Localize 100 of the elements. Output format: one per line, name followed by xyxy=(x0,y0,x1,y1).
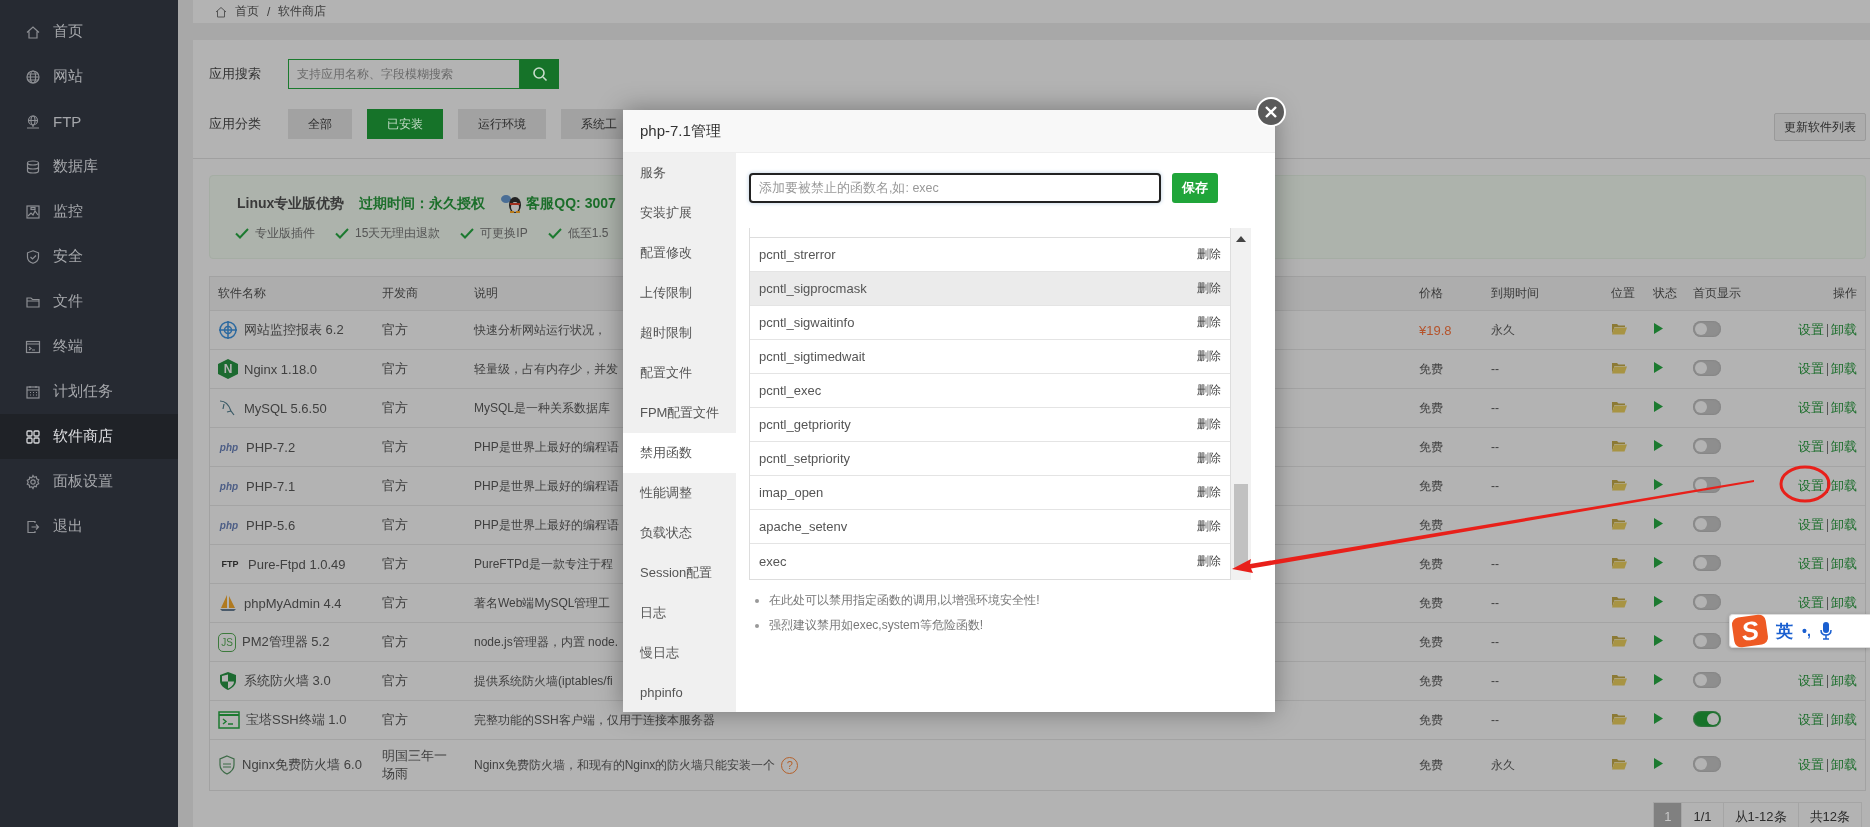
sidebar-item[interactable]: 软件商店 xyxy=(0,414,178,459)
sidebar-item[interactable]: 首页 xyxy=(0,9,178,54)
action-link[interactable]: 设置 xyxy=(1798,360,1824,378)
sidebar-item[interactable]: 监控 xyxy=(0,189,178,234)
play-icon[interactable] xyxy=(1653,634,1664,647)
action-link[interactable]: 设置 xyxy=(1798,477,1824,495)
play-icon[interactable] xyxy=(1653,712,1664,725)
sidebar-item[interactable]: 文件 xyxy=(0,279,178,324)
function-input[interactable]: 添加要被禁止的函数名,如: exec xyxy=(749,173,1161,203)
play-icon[interactable] xyxy=(1653,478,1664,491)
sidebar-item[interactable]: 计划任务 xyxy=(0,369,178,414)
scrollbar-thumb[interactable] xyxy=(1234,484,1249,568)
delete-link[interactable]: 删除 xyxy=(1197,382,1222,399)
breadcrumb-link[interactable]: 首页 xyxy=(235,3,259,20)
folder-icon[interactable] xyxy=(1611,634,1627,647)
play-icon[interactable] xyxy=(1653,556,1664,569)
action-link[interactable]: 卸载 xyxy=(1831,360,1857,378)
category-tab[interactable]: 全部 xyxy=(288,109,352,139)
folder-icon[interactable] xyxy=(1611,673,1627,686)
sidebar-item[interactable]: FTP xyxy=(0,99,178,144)
action-link[interactable]: 设置 xyxy=(1798,711,1824,729)
folder-icon[interactable] xyxy=(1611,712,1627,725)
folder-icon[interactable] xyxy=(1611,439,1627,452)
modal-nav-item[interactable]: phpinfo xyxy=(623,673,736,713)
search-field[interactable]: 支持应用名称、字段模糊搜索 xyxy=(288,59,520,89)
save-button[interactable]: 保存 xyxy=(1172,173,1218,203)
sidebar-item[interactable]: 面板设置 xyxy=(0,459,178,504)
action-link[interactable]: 卸载 xyxy=(1831,711,1857,729)
folder-icon[interactable] xyxy=(1611,556,1627,569)
delete-link[interactable]: 删除 xyxy=(1197,246,1222,263)
play-icon[interactable] xyxy=(1653,757,1664,770)
action-link[interactable]: 卸载 xyxy=(1831,399,1857,417)
modal-nav-item[interactable]: FPM配置文件 xyxy=(623,393,736,433)
action-link[interactable]: 设置 xyxy=(1798,438,1824,456)
action-link[interactable]: 设置 xyxy=(1798,321,1824,339)
delete-link[interactable]: 删除 xyxy=(1197,348,1222,365)
action-link[interactable]: 卸载 xyxy=(1831,477,1857,495)
folder-icon[interactable] xyxy=(1611,361,1627,374)
modal-nav-item[interactable]: 日志 xyxy=(623,593,736,633)
action-link[interactable]: 设置 xyxy=(1798,672,1824,690)
scrollbar[interactable] xyxy=(1231,228,1251,580)
modal-nav-item[interactable]: 上传限制 xyxy=(623,273,736,313)
delete-link[interactable]: 删除 xyxy=(1197,314,1222,331)
play-icon[interactable] xyxy=(1653,673,1664,686)
sidebar-item[interactable]: 网站 xyxy=(0,54,178,99)
toggle-switch[interactable] xyxy=(1693,437,1721,454)
modal-nav-item[interactable]: 配置文件 xyxy=(623,353,736,393)
search-button[interactable] xyxy=(520,59,559,89)
delete-link[interactable]: 删除 xyxy=(1197,416,1222,433)
action-link[interactable]: 卸载 xyxy=(1831,594,1857,612)
play-icon[interactable] xyxy=(1653,517,1664,530)
modal-nav-item[interactable]: 配置修改 xyxy=(623,233,736,273)
modal-nav-item[interactable]: 慢日志 xyxy=(623,633,736,673)
folder-icon[interactable] xyxy=(1611,595,1627,608)
toggle-switch[interactable] xyxy=(1693,755,1721,772)
toggle-switch[interactable] xyxy=(1693,515,1721,532)
play-icon[interactable] xyxy=(1653,361,1664,374)
modal-nav-item[interactable]: 超时限制 xyxy=(623,313,736,353)
ime-mode[interactable]: 英 xyxy=(1776,619,1793,643)
toggle-switch[interactable] xyxy=(1693,593,1721,610)
play-icon[interactable] xyxy=(1653,439,1664,452)
action-link[interactable]: 卸载 xyxy=(1831,555,1857,573)
delete-link[interactable]: 删除 xyxy=(1197,450,1222,467)
action-link[interactable]: 设置 xyxy=(1798,756,1824,774)
modal-nav-item[interactable]: 安装扩展 xyxy=(623,193,736,233)
toggle-switch[interactable] xyxy=(1693,398,1721,415)
action-link[interactable]: 卸载 xyxy=(1831,321,1857,339)
modal-nav-item[interactable]: Session配置 xyxy=(623,553,736,593)
sidebar-item[interactable]: 退出 xyxy=(0,504,178,549)
sidebar-item[interactable]: 数据库 xyxy=(0,144,178,189)
play-icon[interactable] xyxy=(1653,400,1664,413)
action-link[interactable]: 卸载 xyxy=(1831,756,1857,774)
folder-icon[interactable] xyxy=(1611,517,1627,530)
category-tab[interactable]: 已安装 xyxy=(367,109,443,139)
play-icon[interactable] xyxy=(1653,322,1664,335)
toggle-switch[interactable] xyxy=(1693,554,1721,571)
ime-logo[interactable]: S xyxy=(1731,613,1769,649)
up-arrow-icon[interactable] xyxy=(1236,236,1247,242)
action-link[interactable]: 设置 xyxy=(1798,516,1824,534)
folder-icon[interactable] xyxy=(1611,400,1627,413)
category-tab[interactable]: 运行环境 xyxy=(458,109,546,139)
delete-link[interactable]: 删除 xyxy=(1197,484,1222,501)
action-link[interactable]: 卸载 xyxy=(1831,516,1857,534)
toggle-switch[interactable] xyxy=(1693,632,1721,649)
action-link[interactable]: 卸载 xyxy=(1831,438,1857,456)
delete-link[interactable]: 删除 xyxy=(1197,552,1222,570)
delete-link[interactable]: 删除 xyxy=(1197,280,1222,297)
category-tab[interactable]: 系统工 xyxy=(561,109,623,139)
modal-nav-item[interactable]: 服务 xyxy=(623,153,736,193)
modal-nav-item[interactable]: 负载状态 xyxy=(623,513,736,553)
modal-nav-item[interactable]: 性能调整 xyxy=(623,473,736,513)
sidebar-item[interactable]: 终端 xyxy=(0,324,178,369)
toggle-switch[interactable] xyxy=(1693,671,1721,688)
folder-icon[interactable] xyxy=(1611,757,1627,770)
action-link[interactable]: 设置 xyxy=(1798,594,1824,612)
sidebar-item[interactable]: 安全 xyxy=(0,234,178,279)
delete-link[interactable]: 删除 xyxy=(1197,518,1222,535)
action-link[interactable]: 卸载 xyxy=(1831,672,1857,690)
action-link[interactable]: 设置 xyxy=(1798,399,1824,417)
microphone-icon[interactable] xyxy=(1819,622,1832,640)
